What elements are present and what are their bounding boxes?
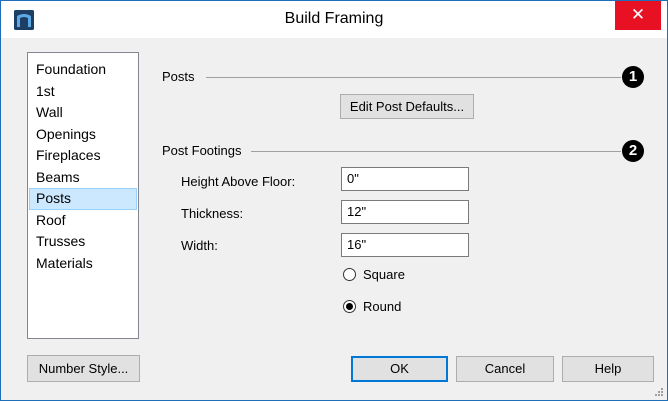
round-radio-label: Round bbox=[363, 299, 402, 314]
posts-divider bbox=[206, 77, 621, 78]
width-input[interactable]: 16" bbox=[341, 233, 469, 257]
round-radio-button[interactable] bbox=[343, 300, 356, 313]
category-item-beams[interactable]: Beams bbox=[29, 167, 137, 189]
category-item-fireplaces[interactable]: Fireplaces bbox=[29, 145, 137, 167]
callout-2-icon: 2 bbox=[622, 140, 644, 162]
category-item-1st[interactable]: 1st bbox=[29, 81, 137, 103]
window-title: Build Framing bbox=[284, 10, 384, 27]
close-icon: ✕ bbox=[630, 5, 646, 24]
close-button[interactable]: ✕ bbox=[615, 1, 661, 30]
category-item-posts[interactable]: Posts bbox=[29, 188, 137, 210]
height-above-floor-input[interactable]: 0" bbox=[341, 167, 469, 191]
square-radio-option[interactable]: Square bbox=[343, 267, 405, 282]
width-label: Width: bbox=[181, 238, 218, 253]
category-item-openings[interactable]: Openings bbox=[29, 124, 137, 146]
help-button[interactable]: Help bbox=[562, 356, 654, 382]
thickness-input[interactable]: 12" bbox=[341, 200, 469, 224]
category-item-roof[interactable]: Roof bbox=[29, 210, 137, 232]
edit-post-defaults-button[interactable]: Edit Post Defaults... bbox=[340, 94, 474, 119]
category-item-trusses[interactable]: Trusses bbox=[29, 231, 137, 253]
posts-heading: Posts bbox=[162, 69, 201, 84]
square-radio-button[interactable] bbox=[343, 268, 356, 281]
post-footings-heading: Post Footings bbox=[162, 143, 248, 158]
category-item-wall[interactable]: Wall bbox=[29, 102, 137, 124]
square-radio-label: Square bbox=[363, 267, 405, 282]
height-above-floor-label: Height Above Floor: bbox=[181, 174, 296, 189]
title-bar[interactable]: Build Framing ✕ bbox=[1, 1, 667, 38]
category-item-materials[interactable]: Materials bbox=[29, 253, 137, 275]
number-style-button[interactable]: Number Style... bbox=[27, 355, 140, 382]
category-list[interactable]: Foundation 1st Wall Openings Fireplaces Beams… bbox=[27, 52, 139, 339]
category-item-foundation[interactable]: Foundation bbox=[29, 59, 137, 81]
footings-divider bbox=[251, 151, 621, 152]
thickness-label: Thickness: bbox=[181, 206, 244, 221]
round-radio-option[interactable]: Round bbox=[343, 299, 401, 314]
resize-grip-icon[interactable] bbox=[654, 387, 664, 397]
build-framing-dialog: Build Framing ✕ Foundation 1st Wall Opening… bbox=[0, 0, 668, 401]
callout-1-icon: 1 bbox=[622, 66, 644, 88]
ok-button[interactable]: OK bbox=[351, 356, 448, 382]
cancel-button[interactable]: Cancel bbox=[456, 356, 554, 382]
